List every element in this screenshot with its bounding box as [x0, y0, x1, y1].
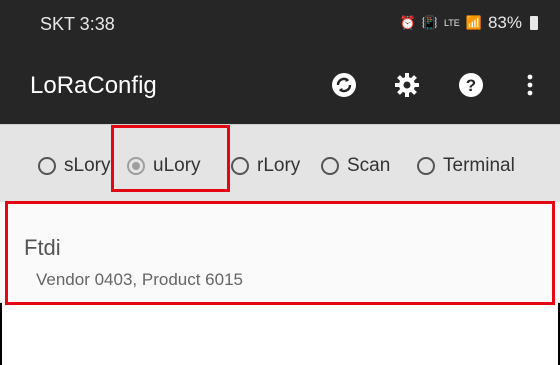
radio-label: Terminal [443, 155, 515, 176]
radio-circle-icon [321, 157, 339, 175]
app-title: LoRaConfig [30, 72, 157, 99]
radio-label: sLory [64, 155, 111, 176]
highlight-box-device [5, 201, 555, 305]
radio-circle-icon [231, 157, 249, 175]
radio-label: Scan [347, 155, 391, 176]
radio-circle-icon [417, 157, 435, 175]
radio-rlory[interactable]: rLory [231, 155, 300, 177]
radio-slory[interactable]: sLory [38, 155, 110, 177]
help-icon[interactable]: ? [454, 68, 488, 102]
lte-icon: LTE [443, 18, 460, 28]
alarm-icon: ⏰ [399, 15, 416, 30]
status-bar: SKT 3:38 ⏰ 📳 LTE 📶 83% [0, 0, 560, 48]
radio-scan[interactable]: Scan [321, 155, 390, 177]
mode-radio-group: sLory uLory rLory Scan Terminal [0, 124, 560, 203]
settings-icon[interactable] [390, 68, 424, 102]
svg-text:?: ? [466, 76, 476, 95]
battery-icon [530, 16, 538, 30]
app-bar: LoRaConfig ? [0, 48, 560, 124]
overflow-menu-icon[interactable] [513, 68, 547, 102]
status-icons: ⏰ 📳 LTE 📶 83% [400, 13, 538, 33]
signal-icon: 📶 [465, 15, 482, 30]
radio-label: rLory [257, 155, 301, 176]
battery-percent: 83% [487, 13, 522, 32]
radio-terminal[interactable]: Terminal [417, 155, 515, 177]
radio-circle-icon [38, 157, 56, 175]
status-time: SKT 3:38 [40, 14, 115, 34]
vibrate-icon: 📳 [421, 15, 438, 30]
highlight-box-ulory [111, 125, 230, 192]
sync-icon[interactable] [327, 68, 361, 102]
